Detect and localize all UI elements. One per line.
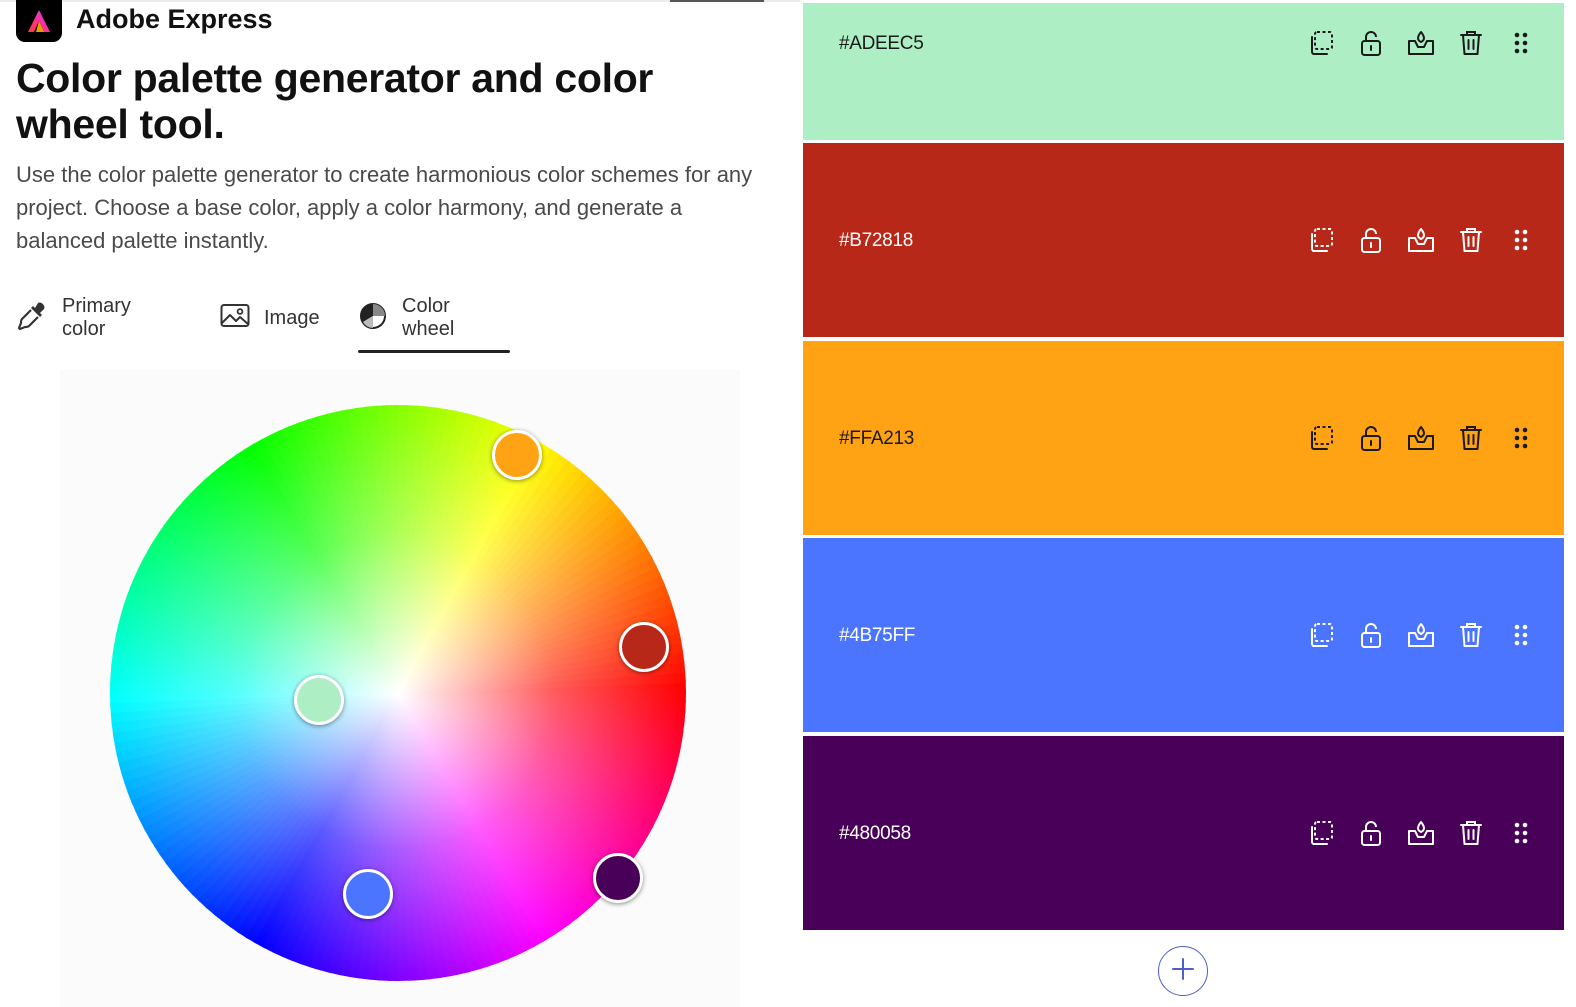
color-harmony-icon[interactable]: [1406, 620, 1436, 650]
copy-icon[interactable]: [1306, 225, 1336, 255]
active-tab-indicator: [358, 350, 510, 353]
drag-handle-icon[interactable]: [1506, 225, 1536, 255]
brand-name: Adobe Express: [76, 3, 273, 34]
page-description: Use the color palette generator to creat…: [16, 162, 753, 253]
color-harmony-icon[interactable]: [1406, 818, 1436, 848]
swatch-toolbar: [1306, 28, 1536, 58]
handle-480058[interactable]: [593, 853, 643, 903]
handle-b72818[interactable]: [619, 622, 669, 672]
swatch-hex[interactable]: #FFA213: [839, 428, 914, 450]
tab-primary-color-label: Primary color: [62, 295, 131, 340]
color-harmony-icon[interactable]: [1406, 28, 1436, 58]
drag-handle-icon[interactable]: [1506, 28, 1536, 58]
top-active-indicator: [670, 0, 764, 2]
adobe-express-logo-icon: [16, 0, 62, 42]
brand[interactable]: Adobe Express: [16, 0, 273, 42]
unlock-icon[interactable]: [1356, 620, 1386, 650]
tab-image-label: Image: [264, 306, 320, 329]
swatch-hex[interactable]: #B72818: [839, 230, 913, 252]
trash-icon[interactable]: [1456, 620, 1486, 650]
swatch-hex[interactable]: #ADEEC5: [839, 33, 924, 55]
palette-panel: #ADEEC5 #B72818 #FFA213 #4B75FF #480058: [803, 0, 1564, 1007]
unlock-icon[interactable]: [1356, 423, 1386, 453]
trash-icon[interactable]: [1456, 423, 1486, 453]
handle-ffa213[interactable]: [492, 430, 542, 480]
copy-icon[interactable]: [1306, 423, 1336, 453]
add-color-button[interactable]: [1158, 946, 1208, 996]
trash-icon[interactable]: [1456, 225, 1486, 255]
copy-icon[interactable]: [1306, 620, 1336, 650]
color-harmony-icon[interactable]: [1406, 225, 1436, 255]
tab-color-wheel-label: Color wheel: [402, 295, 455, 340]
handle-adeec5[interactable]: [294, 675, 344, 725]
swatch-4[interactable]: #4B75FF: [803, 538, 1564, 732]
page-title: Color palette generator and color wheel …: [16, 55, 654, 147]
swatch-toolbar: [1306, 423, 1536, 453]
eyedropper-icon: [16, 300, 48, 337]
color-harmony-icon[interactable]: [1406, 423, 1436, 453]
swatch-toolbar: [1306, 225, 1536, 255]
handle-4b75ff[interactable]: [343, 869, 393, 919]
swatch-hex[interactable]: #480058: [839, 823, 911, 845]
swatch-1[interactable]: #ADEEC5: [803, 3, 1564, 140]
swatch-3[interactable]: #FFA213: [803, 341, 1564, 535]
color-wheel-icon: [358, 301, 388, 336]
unlock-icon[interactable]: [1356, 225, 1386, 255]
drag-handle-icon[interactable]: [1506, 818, 1536, 848]
tab-primary-color[interactable]: Primary color: [16, 295, 131, 340]
copy-icon[interactable]: [1306, 818, 1336, 848]
copy-icon[interactable]: [1306, 28, 1336, 58]
swatch-toolbar: [1306, 620, 1536, 650]
right-gutter: [1564, 0, 1576, 1007]
swatch-5[interactable]: #480058: [803, 736, 1564, 930]
image-icon: [220, 303, 250, 334]
unlock-icon[interactable]: [1356, 818, 1386, 848]
drag-handle-icon[interactable]: [1506, 423, 1536, 453]
unlock-icon[interactable]: [1356, 28, 1386, 58]
trash-icon[interactable]: [1456, 818, 1486, 848]
tab-color-wheel[interactable]: Color wheel: [358, 295, 455, 340]
plus-icon: [1171, 957, 1195, 986]
swatch-toolbar: [1306, 818, 1536, 848]
tab-image[interactable]: Image: [220, 296, 320, 340]
swatch-2[interactable]: #B72818: [803, 143, 1564, 337]
swatch-hex[interactable]: #4B75FF: [839, 625, 915, 647]
drag-handle-icon[interactable]: [1506, 620, 1536, 650]
trash-icon[interactable]: [1456, 28, 1486, 58]
